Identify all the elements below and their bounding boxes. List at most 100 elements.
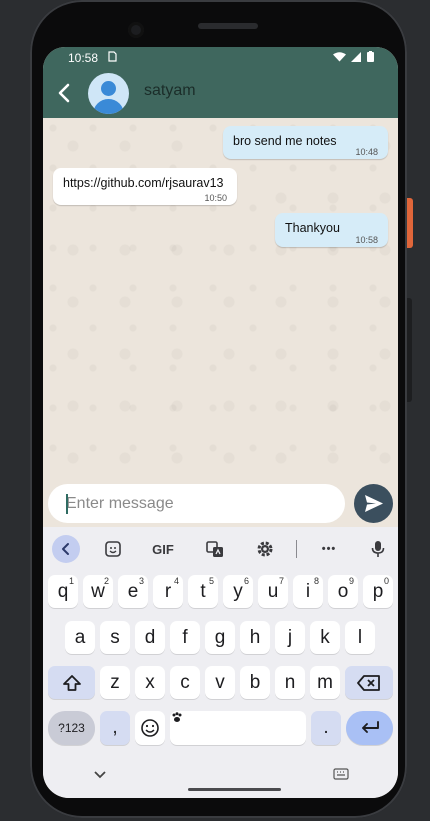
key-label: g xyxy=(214,626,226,648)
key-label: s xyxy=(110,626,120,648)
key-p[interactable]: p0 xyxy=(363,575,393,608)
key-label: b xyxy=(249,671,261,693)
key-hint: 4 xyxy=(173,576,179,586)
back-button[interactable] xyxy=(53,79,77,107)
settings-button[interactable] xyxy=(253,535,277,563)
key-hint: 9 xyxy=(348,576,354,586)
key-f[interactable]: f xyxy=(170,621,200,654)
key-label: u xyxy=(267,580,279,602)
key-label: v xyxy=(215,671,225,693)
key-s[interactable]: s xyxy=(100,621,130,654)
message-text: bro send me notes xyxy=(233,134,337,148)
message-text: Thankyou xyxy=(285,221,340,235)
earpiece-speaker xyxy=(198,23,258,29)
toolbar-divider xyxy=(296,540,297,558)
key-b[interactable]: b xyxy=(240,666,270,699)
key-o[interactable]: o9 xyxy=(328,575,358,608)
more-button[interactable]: ••• xyxy=(315,535,343,563)
key-label: w xyxy=(91,580,105,602)
send-icon xyxy=(365,495,383,512)
comma-key[interactable]: , xyxy=(100,711,130,745)
key-hint: 5 xyxy=(208,576,214,586)
translate-button[interactable] xyxy=(203,535,227,563)
key-q[interactable]: q1 xyxy=(48,575,78,608)
home-indicator[interactable] xyxy=(188,788,281,791)
period-key[interactable]: . xyxy=(311,711,341,745)
key-label: j xyxy=(287,626,293,648)
message-bubble-outgoing[interactable]: bro send me notes 10:48 xyxy=(223,126,388,159)
key-a[interactable]: a xyxy=(65,621,95,654)
emoji-icon xyxy=(141,719,159,737)
key-x[interactable]: x xyxy=(135,666,165,699)
key-t[interactable]: t5 xyxy=(188,575,218,608)
key-label: z xyxy=(110,671,120,693)
status-icons xyxy=(332,51,374,65)
key-j[interactable]: j xyxy=(275,621,305,654)
contact-avatar[interactable] xyxy=(88,73,129,114)
avatar-body xyxy=(93,99,124,114)
key-e[interactable]: e3 xyxy=(118,575,148,608)
sim-icon xyxy=(108,51,117,65)
key-y[interactable]: y6 xyxy=(223,575,253,608)
sticker-icon xyxy=(105,541,121,557)
voice-input-button[interactable] xyxy=(366,535,390,563)
key-label: q xyxy=(57,580,69,602)
status-time: 10:58 xyxy=(68,51,99,65)
key-hint: 3 xyxy=(138,576,144,586)
message-input[interactable] xyxy=(48,484,345,523)
key-label: k xyxy=(320,626,330,648)
keyboard-collapse-button[interactable] xyxy=(52,535,80,563)
key-k[interactable]: k xyxy=(310,621,340,654)
key-hint: 8 xyxy=(313,576,319,586)
text-caret xyxy=(66,494,68,514)
key-d[interactable]: d xyxy=(135,621,165,654)
key-m[interactable]: m xyxy=(310,666,340,699)
enter-key[interactable] xyxy=(346,711,393,745)
shift-key[interactable] xyxy=(48,666,95,699)
sticker-button[interactable] xyxy=(101,535,125,563)
switch-keyboard-button[interactable] xyxy=(333,768,349,783)
battery-icon xyxy=(367,51,374,62)
spacebar-key[interactable] xyxy=(170,711,306,745)
key-l[interactable]: l xyxy=(345,621,375,654)
app-bar: 10:58 satyam xyxy=(43,47,398,118)
message-time: 10:50 xyxy=(204,193,227,203)
key-label: c xyxy=(180,671,190,693)
shift-icon xyxy=(62,674,81,691)
key-u[interactable]: u7 xyxy=(258,575,288,608)
key-label: t xyxy=(200,580,206,602)
key-v[interactable]: v xyxy=(205,666,235,699)
contact-name[interactable]: satyam xyxy=(144,82,196,100)
message-time: 10:48 xyxy=(355,147,378,157)
chevron-left-icon xyxy=(62,543,69,555)
key-label: i xyxy=(305,580,311,602)
send-button[interactable] xyxy=(354,484,393,523)
message-text: https://github.com/rjsaurav13 xyxy=(63,176,224,190)
message-bubble-outgoing[interactable]: Thankyou 10:58 xyxy=(275,213,388,247)
emoji-key[interactable] xyxy=(135,711,165,745)
signal-icon xyxy=(350,52,361,62)
key-h[interactable]: h xyxy=(240,621,270,654)
backspace-key[interactable] xyxy=(345,666,393,699)
key-r[interactable]: r4 xyxy=(153,575,183,608)
key-z[interactable]: z xyxy=(100,666,130,699)
enter-icon xyxy=(361,721,379,733)
key-c[interactable]: c xyxy=(170,666,200,699)
symbols-key[interactable]: ?123 xyxy=(48,711,95,745)
key-w[interactable]: w2 xyxy=(83,575,113,608)
key-label: e xyxy=(127,580,139,602)
keyboard-icon xyxy=(333,768,349,780)
key-n[interactable]: n xyxy=(275,666,305,699)
key-label: n xyxy=(284,671,296,693)
message-bubble-incoming[interactable]: https://github.com/rjsaurav13 10:50 xyxy=(53,168,237,205)
key-hint: 1 xyxy=(68,576,74,586)
chat-area[interactable]: bro send me notes 10:48 https://github.c… xyxy=(43,118,398,483)
status-bar: 10:58 xyxy=(43,47,398,69)
key-label: y xyxy=(233,580,243,602)
wifi-icon xyxy=(332,52,346,62)
key-i[interactable]: i8 xyxy=(293,575,323,608)
key-g[interactable]: g xyxy=(205,621,235,654)
hide-keyboard-button[interactable] xyxy=(93,769,107,783)
key-label: l xyxy=(357,626,363,648)
gif-button[interactable]: GIF xyxy=(146,535,180,563)
